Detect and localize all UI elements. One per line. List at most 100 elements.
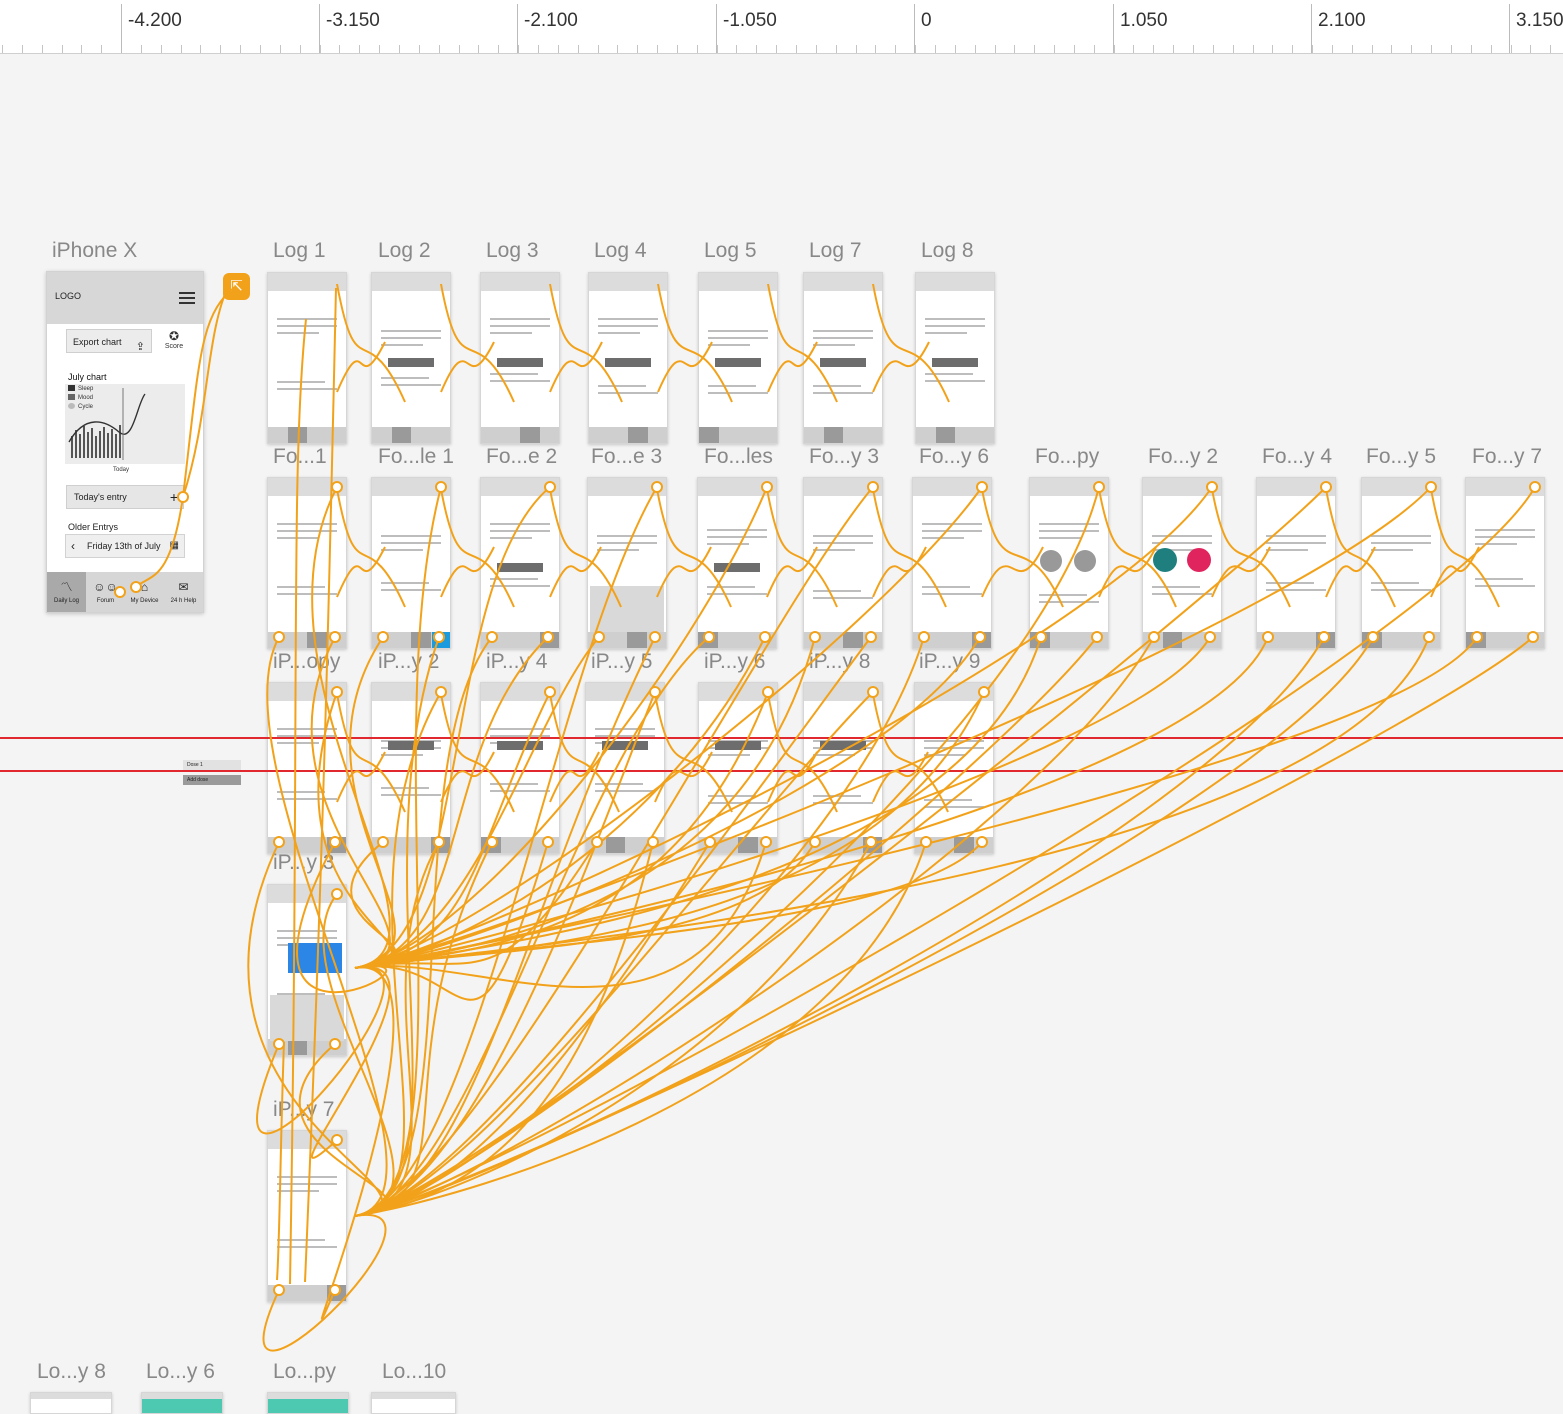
ruler-minor-tick bbox=[1153, 45, 1154, 53]
ruler-minor-tick bbox=[220, 45, 221, 53]
ruler-minor-tick bbox=[617, 45, 618, 53]
link-hotspot[interactable] bbox=[865, 631, 877, 643]
link-hotspot[interactable] bbox=[1262, 631, 1274, 643]
link-hotspot[interactable] bbox=[331, 888, 343, 900]
link-hotspot[interactable] bbox=[591, 836, 603, 848]
link-hotspot[interactable] bbox=[920, 836, 932, 848]
link-wire bbox=[317, 691, 393, 969]
link-hotspot[interactable] bbox=[809, 836, 821, 848]
link-hotspot[interactable] bbox=[1318, 631, 1330, 643]
link-hotspot[interactable] bbox=[647, 836, 659, 848]
ruler-minor-tick bbox=[1332, 45, 1333, 53]
link-hotspot[interactable] bbox=[1425, 481, 1437, 493]
link-hotspot[interactable] bbox=[114, 586, 126, 598]
ruler-minor-tick bbox=[1372, 45, 1373, 53]
link-hotspot[interactable] bbox=[435, 686, 447, 698]
link-hotspot[interactable] bbox=[433, 631, 445, 643]
link-wire bbox=[354, 486, 442, 1217]
link-hotspot[interactable] bbox=[329, 1038, 341, 1050]
ruler-label: 0 bbox=[921, 10, 932, 31]
link-hotspot[interactable] bbox=[1527, 631, 1539, 643]
link-hotspot[interactable] bbox=[1204, 631, 1216, 643]
link-hotspot[interactable] bbox=[329, 631, 341, 643]
link-hotspot[interactable] bbox=[1148, 631, 1160, 643]
link-hotspot[interactable] bbox=[1367, 631, 1379, 643]
link-hotspot[interactable] bbox=[1206, 481, 1218, 493]
link-hotspot[interactable] bbox=[486, 631, 498, 643]
link-hotspot[interactable] bbox=[435, 481, 447, 493]
ruler-minor-tick bbox=[955, 45, 956, 53]
link-hotspot[interactable] bbox=[760, 836, 772, 848]
ruler-minor-tick bbox=[657, 45, 658, 53]
ruler-minor-tick bbox=[1530, 45, 1531, 53]
link-hotspot[interactable] bbox=[976, 836, 988, 848]
link-hotspot[interactable] bbox=[703, 631, 715, 643]
ruler-minor-tick bbox=[1213, 45, 1214, 53]
link-hotspot[interactable] bbox=[649, 686, 661, 698]
link-hotspot[interactable] bbox=[329, 836, 341, 848]
link-hotspot[interactable] bbox=[867, 481, 879, 493]
link-hotspot[interactable] bbox=[1320, 481, 1332, 493]
link-hotspot[interactable] bbox=[542, 631, 554, 643]
link-hotspot[interactable] bbox=[1035, 631, 1047, 643]
link-hotspot[interactable] bbox=[865, 836, 877, 848]
ruler-minor-tick bbox=[399, 45, 400, 53]
link-hotspot[interactable] bbox=[377, 836, 389, 848]
ruler-minor-tick bbox=[1471, 45, 1472, 53]
link-hotspot[interactable] bbox=[974, 631, 986, 643]
link-hotspot[interactable] bbox=[273, 1038, 285, 1050]
link-wire bbox=[1211, 488, 1291, 608]
link-hotspot[interactable] bbox=[377, 631, 389, 643]
ruler-label: -3.150 bbox=[326, 10, 380, 31]
link-wire bbox=[354, 486, 874, 1217]
link-hotspot[interactable] bbox=[1423, 631, 1435, 643]
link-hotspot[interactable] bbox=[593, 631, 605, 643]
link-hotspot[interactable] bbox=[759, 631, 771, 643]
ruler-minor-tick bbox=[756, 45, 757, 53]
link-hotspot[interactable] bbox=[486, 836, 498, 848]
link-hotspot[interactable] bbox=[433, 836, 445, 848]
link-hotspot[interactable] bbox=[130, 581, 142, 593]
link-hotspot[interactable] bbox=[331, 481, 343, 493]
link-hotspot[interactable] bbox=[542, 836, 554, 848]
ruler-minor-tick bbox=[598, 45, 599, 53]
link-hotspot[interactable] bbox=[544, 686, 556, 698]
link-hotspot[interactable] bbox=[331, 686, 343, 698]
ruler-minor-tick bbox=[697, 45, 698, 53]
link-hotspot[interactable] bbox=[1093, 481, 1105, 493]
link-hotspot[interactable] bbox=[1471, 631, 1483, 643]
link-hotspot[interactable] bbox=[273, 1284, 285, 1296]
link-hotspot[interactable] bbox=[867, 686, 879, 698]
ruler-minor-tick bbox=[1272, 45, 1273, 53]
design-canvas[interactable]: Log 1 Log 2 Log 3 Log 4 Log 5 Log 7 Log 8 Fo...… bbox=[0, 54, 1563, 1414]
link-hotspot[interactable] bbox=[762, 686, 774, 698]
link-wire bbox=[354, 636, 1269, 969]
link-hotspot[interactable] bbox=[651, 481, 663, 493]
link-hotspot[interactable] bbox=[918, 631, 930, 643]
ruler-minor-tick bbox=[1550, 45, 1551, 53]
ruler-minor-tick bbox=[895, 45, 896, 53]
link-hotspot[interactable] bbox=[331, 1134, 343, 1146]
link-hotspot[interactable] bbox=[544, 481, 556, 493]
link-hotspot[interactable] bbox=[273, 631, 285, 643]
ruler-minor-tick bbox=[2, 45, 3, 53]
link-hotspot[interactable] bbox=[1529, 481, 1541, 493]
link-hotspot[interactable] bbox=[761, 481, 773, 493]
link-hotspot[interactable] bbox=[273, 836, 285, 848]
link-hotspot[interactable] bbox=[329, 1284, 341, 1296]
link-hotspot[interactable] bbox=[809, 631, 821, 643]
link-hotspot[interactable] bbox=[976, 481, 988, 493]
ruler-minor-tick bbox=[498, 45, 499, 53]
link-hotspot[interactable] bbox=[649, 631, 661, 643]
link-wire bbox=[1430, 488, 1500, 608]
link-hotspot[interactable] bbox=[1091, 631, 1103, 643]
ruler-minor-tick bbox=[359, 45, 360, 53]
link-hotspot[interactable] bbox=[978, 686, 990, 698]
ruler-minor-tick bbox=[22, 45, 23, 53]
link-hotspot[interactable] bbox=[177, 491, 189, 503]
ruler-minor-tick bbox=[280, 45, 281, 53]
link-hotspot[interactable] bbox=[704, 836, 716, 848]
ruler-minor-tick bbox=[776, 45, 777, 53]
ruler-major-tick bbox=[517, 4, 518, 53]
link-wire bbox=[336, 546, 386, 598]
